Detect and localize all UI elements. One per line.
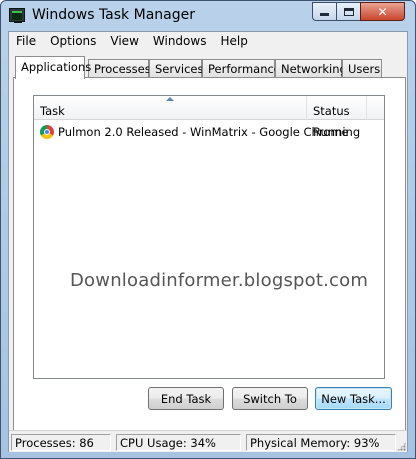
sort-ascending-icon <box>166 97 174 101</box>
resize-grip-icon[interactable] <box>397 442 406 451</box>
chrome-icon <box>40 125 54 139</box>
task-row[interactable]: Pulmon 2.0 Released - WinMatrix - Google… <box>34 122 384 142</box>
close-icon: ✕ <box>377 4 388 19</box>
menu-view[interactable]: View <box>103 32 145 52</box>
menu-bar: File Options View Windows Help <box>9 32 407 52</box>
column-header-status-label: Status <box>313 104 350 118</box>
minimize-icon <box>320 13 329 16</box>
menu-help[interactable]: Help <box>213 32 254 52</box>
column-header-task-label: Task <box>40 104 65 118</box>
status-cpu-usage: CPU Usage: 34% <box>116 434 241 451</box>
tab-services[interactable]: Services <box>149 59 204 78</box>
maximize-button[interactable] <box>336 2 361 21</box>
tab-strip: Applications Processes Services Performa… <box>15 56 407 79</box>
window-title: Windows Task Manager <box>32 7 195 23</box>
menu-options[interactable]: Options <box>43 32 103 52</box>
menu-windows[interactable]: Windows <box>146 32 214 52</box>
column-header-status[interactable]: Status <box>307 96 367 120</box>
maximize-icon <box>343 7 354 16</box>
tab-applications[interactable]: Applications <box>15 56 91 79</box>
task-manager-icon <box>9 8 25 23</box>
list-header: Task Status <box>34 96 384 120</box>
switch-to-button[interactable]: Switch To <box>232 387 308 410</box>
task-manager-window: Windows Task Manager ✕ File Options View… <box>0 0 416 459</box>
close-button[interactable]: ✕ <box>360 2 405 21</box>
tab-performance[interactable]: Performance <box>202 59 281 78</box>
task-status: Running <box>313 125 361 139</box>
status-processes: Processes: 86 <box>11 434 111 451</box>
client-area: File Options View Windows Help Applicati… <box>8 31 408 452</box>
tab-users[interactable]: Users <box>342 59 382 78</box>
menu-file[interactable]: File <box>9 32 43 52</box>
tab-processes[interactable]: Processes <box>88 59 151 78</box>
applications-panel: Task Status Pulmon 2.0 Released - WinMat… <box>13 77 406 433</box>
minimize-button[interactable] <box>312 2 337 21</box>
task-cell: Pulmon 2.0 Released - WinMatrix - Google… <box>40 125 349 139</box>
task-list[interactable]: Task Status Pulmon 2.0 Released - WinMat… <box>33 95 385 379</box>
tab-networking[interactable]: Networking <box>275 59 347 78</box>
status-physical-memory: Physical Memory: 93% <box>246 434 396 451</box>
title-bar[interactable]: Windows Task Manager ✕ <box>1 1 415 31</box>
watermark-text: Downloadinformer.blogspot.com <box>70 270 369 291</box>
new-task-button[interactable]: New Task... <box>315 387 392 410</box>
status-bar: Processes: 86 CPU Usage: 34% Physical Me… <box>9 430 407 452</box>
end-task-button[interactable]: End Task <box>148 387 224 410</box>
column-header-task[interactable]: Task <box>34 96 307 120</box>
task-name: Pulmon 2.0 Released - WinMatrix - Google… <box>58 125 349 139</box>
